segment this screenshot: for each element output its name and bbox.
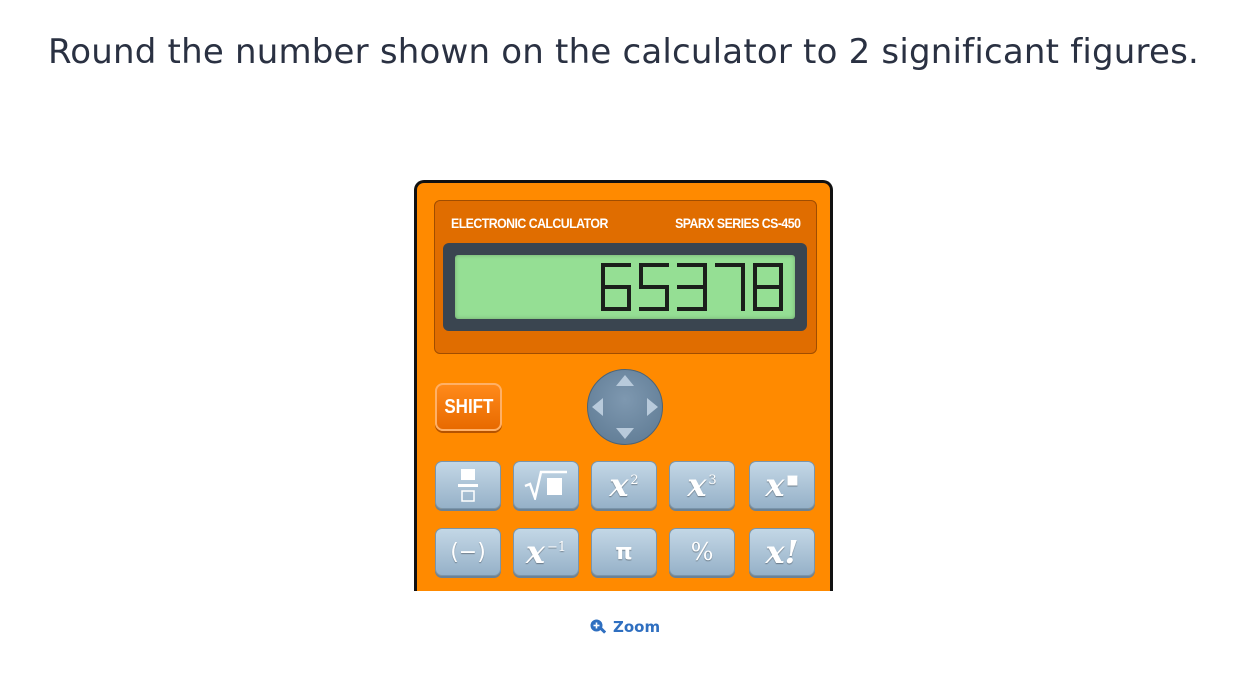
x-inverse-label: x −1 bbox=[525, 533, 567, 571]
arrow-down-icon bbox=[616, 428, 634, 439]
page: Round the number shown on the calculator… bbox=[0, 0, 1247, 691]
brand-left-label: ELECTRONIC CALCULATOR bbox=[451, 215, 608, 231]
fraction-button bbox=[435, 461, 501, 509]
display-digit bbox=[677, 263, 707, 311]
zoom-in-icon bbox=[590, 619, 606, 634]
x-power-label: x ■ bbox=[765, 466, 799, 504]
display-bezel bbox=[443, 243, 807, 331]
zoom-label[interactable]: Zoom bbox=[613, 618, 660, 636]
question-text: Round the number shown on the calculator… bbox=[47, 32, 1200, 72]
display-digit bbox=[639, 263, 669, 311]
factorial-button: x! bbox=[749, 528, 815, 576]
calculator-display bbox=[455, 255, 795, 319]
x-squared-button: x2 bbox=[591, 461, 657, 509]
calculator-header: ELECTRONIC CALCULATOR SPARX SERIES CS-45… bbox=[434, 200, 817, 354]
pi-label: π bbox=[615, 539, 633, 565]
arrow-right-icon bbox=[647, 398, 658, 416]
square-root-icon bbox=[524, 470, 567, 500]
zoom-link[interactable]: Zoom bbox=[590, 618, 660, 636]
fraction-icon bbox=[458, 469, 478, 502]
direction-pad bbox=[587, 369, 663, 445]
arrow-up-icon bbox=[616, 375, 634, 386]
display-digit bbox=[753, 263, 783, 311]
calculator-image: ELECTRONIC CALCULATOR SPARX SERIES CS-45… bbox=[414, 180, 833, 591]
x-cubed-button: x3 bbox=[669, 461, 735, 509]
negative-button: (−) bbox=[435, 528, 501, 576]
factorial-label: x! bbox=[765, 533, 799, 571]
shift-label: SHIFT bbox=[443, 395, 494, 418]
shift-button: SHIFT bbox=[435, 383, 502, 431]
brand-right-label: SPARX SERIES CS-450 bbox=[674, 215, 801, 231]
percent-label: % bbox=[690, 538, 714, 566]
x-inverse-button: x −1 bbox=[513, 528, 579, 576]
arrow-left-icon bbox=[592, 398, 603, 416]
percent-button: % bbox=[669, 528, 735, 576]
display-digit bbox=[601, 263, 631, 311]
x-power-button: x ■ bbox=[749, 461, 815, 509]
negative-label: (−) bbox=[450, 539, 486, 565]
x-cubed-label: x3 bbox=[687, 466, 717, 504]
display-digit bbox=[715, 263, 745, 311]
pi-button: π bbox=[591, 528, 657, 576]
x-squared-label: x2 bbox=[609, 466, 639, 504]
sqrt-button bbox=[513, 461, 579, 509]
display-digits bbox=[601, 263, 783, 311]
